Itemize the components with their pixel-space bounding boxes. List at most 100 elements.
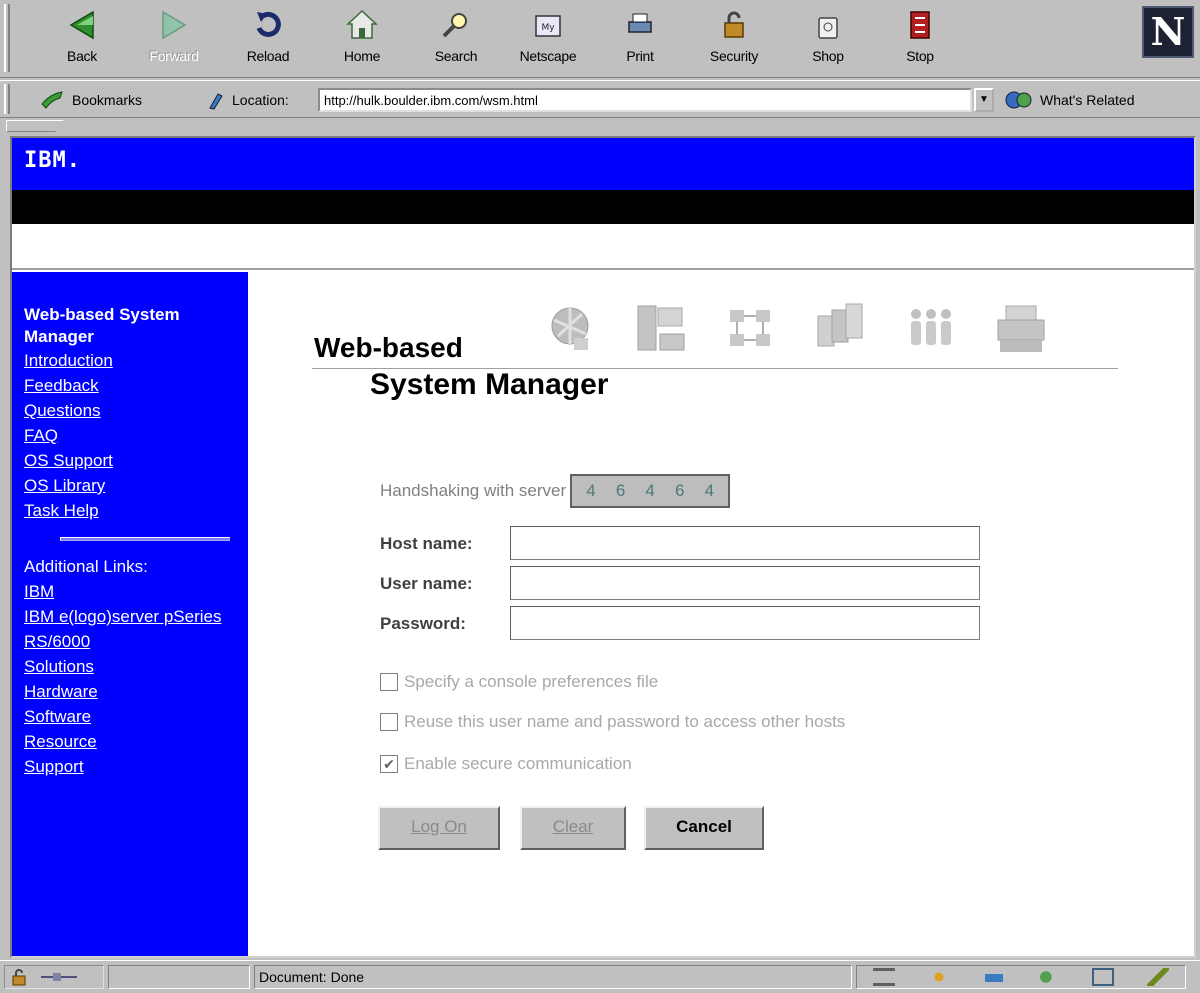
secure-communication-label: Enable secure communication xyxy=(404,754,632,773)
wsm-banner-icons xyxy=(544,300,1048,358)
home-icon xyxy=(346,9,378,39)
location-toolbar: Bookmarks Location: http://hulk.boulder.… xyxy=(0,80,1200,118)
whats-related-button[interactable]: What's Related xyxy=(1004,88,1135,112)
handshake-digit: 4 xyxy=(704,481,715,500)
print-icon xyxy=(628,13,652,33)
user-name-input[interactable] xyxy=(510,566,980,600)
user-name-label: User name: xyxy=(380,574,473,593)
reuse-credentials-checkbox[interactable] xyxy=(380,713,398,731)
sidebar-title: Web-based System Manager xyxy=(24,305,180,346)
ibm-masthead: IBM. xyxy=(12,138,1194,190)
network-nodes-icon xyxy=(730,310,770,346)
bookmarks-label: Bookmarks xyxy=(72,92,143,108)
stop-icon xyxy=(910,11,930,39)
sidebar-link-introduction[interactable]: Introduction xyxy=(24,348,248,373)
console-preferences-label: Specify a console preferences file xyxy=(404,672,659,691)
additional-links-label: Additional Links: xyxy=(24,557,148,576)
collapsed-toolbar-tab[interactable] xyxy=(6,120,64,132)
sidebar-link-os-support[interactable]: OS Support xyxy=(24,448,248,473)
secure-communication-checkbox[interactable]: ✔ xyxy=(380,755,398,773)
console-preferences-checkbox[interactable] xyxy=(380,673,398,691)
sidebar-link-software[interactable]: Software xyxy=(24,704,248,729)
users-group-icon xyxy=(911,309,951,345)
security-button[interactable]: Security xyxy=(698,8,770,72)
sidebar-link-questions[interactable]: Questions xyxy=(24,398,248,423)
page-info-icon[interactable] xyxy=(873,968,896,986)
password-label: Password: xyxy=(380,614,466,633)
reload-icon xyxy=(256,11,281,37)
forward-icon xyxy=(162,10,187,40)
whats-related-icon xyxy=(1005,91,1032,109)
navigation-toolbar: Back Forward Reload Home Search My Netsc… xyxy=(0,0,1200,78)
login-panel: Web-based System Manager Handshaking wit… xyxy=(248,272,1194,956)
handshake-digit: 6 xyxy=(675,481,685,500)
security-lock-icon xyxy=(12,969,26,986)
reload-button[interactable]: Reload xyxy=(232,8,304,72)
sidebar-link-rs6000[interactable]: RS/6000 xyxy=(24,629,248,654)
sidebar-link-os-library[interactable]: OS Library xyxy=(24,473,248,498)
home-button[interactable]: Home xyxy=(326,8,398,72)
ibm-logo[interactable]: IBM. xyxy=(24,148,81,173)
status-text: Document: Done xyxy=(254,965,852,989)
sidebar-link-ibm[interactable]: IBM xyxy=(24,579,248,604)
sidebar-link-solutions[interactable]: Solutions xyxy=(24,654,248,679)
password-input[interactable] xyxy=(510,606,980,640)
bookmarks-button[interactable]: Bookmarks xyxy=(40,88,142,112)
mail-icon[interactable] xyxy=(982,968,1005,986)
handshake-progress-indicator: 4 6 4 6 4 xyxy=(570,474,731,508)
progress-bar xyxy=(108,965,250,989)
shop-button[interactable]: Shop xyxy=(792,8,864,72)
security-lock-icon xyxy=(724,11,744,38)
handshake-label: Handshaking with server xyxy=(380,481,567,500)
address-book-icon[interactable] xyxy=(1146,968,1169,986)
toolbar-grip[interactable] xyxy=(4,4,10,72)
sidebar-link-hardware[interactable]: Hardware xyxy=(24,679,248,704)
sidebar-link-eserver-pseries[interactable]: IBM e(logo)server pSeries xyxy=(24,604,248,629)
sidebar-link-task-help[interactable]: Task Help xyxy=(24,498,248,523)
netscape-throbber-logo[interactable]: N xyxy=(1142,6,1194,58)
netscape-button[interactable]: My Netscape xyxy=(508,8,588,72)
back-icon xyxy=(69,10,94,40)
sidebar-divider xyxy=(60,537,230,541)
reuse-credentials-label: Reuse this user name and password to acc… xyxy=(404,712,846,731)
handshake-digit: 4 xyxy=(586,481,596,500)
instant-message-icon[interactable] xyxy=(1037,968,1060,986)
url-input[interactable]: http://hulk.boulder.ibm.com/wsm.html xyxy=(318,88,972,112)
page-title-line1: Web-based xyxy=(314,332,463,363)
stop-button[interactable]: Stop xyxy=(884,8,956,72)
sidebar-link-support[interactable]: Support xyxy=(24,754,248,779)
location-label: Location: xyxy=(208,88,289,112)
clear-button[interactable]: Clear xyxy=(520,806,626,850)
url-history-dropdown[interactable]: ▼ xyxy=(974,88,994,112)
handshake-digit: 6 xyxy=(615,481,626,500)
network-globe-icon xyxy=(551,307,589,350)
forward-button[interactable]: Forward xyxy=(138,8,210,72)
security-status[interactable] xyxy=(4,965,104,989)
collapsed-toolbar-strip xyxy=(0,118,1200,134)
server-computer-icon xyxy=(637,305,685,351)
sidebar-link-faq[interactable]: FAQ xyxy=(24,423,248,448)
connection-status-icon xyxy=(41,973,77,981)
masthead-white-band xyxy=(12,224,1194,270)
composer-icon[interactable] xyxy=(1091,968,1114,986)
sidebar: Web-based System Manager Introduction Fe… xyxy=(12,272,248,956)
navigator-icon[interactable] xyxy=(927,968,950,986)
page-content: IBM. Web-based System Manager Introducti… xyxy=(10,136,1196,958)
sidebar-link-feedback[interactable]: Feedback xyxy=(24,373,248,398)
search-button[interactable]: Search xyxy=(420,8,492,72)
printer-icon xyxy=(997,305,1045,352)
reuse-credentials-checkbox-row[interactable]: Reuse this user name and password to acc… xyxy=(380,712,845,732)
print-button[interactable]: Print xyxy=(604,8,676,72)
sidebar-link-resource[interactable]: Resource xyxy=(24,729,248,754)
back-button[interactable]: Back xyxy=(46,8,118,72)
handshake-status: Handshaking with server 4 6 4 6 4 xyxy=(380,474,731,508)
toolbar-grip[interactable] xyxy=(4,84,10,114)
log-on-button[interactable]: Log On xyxy=(378,806,500,850)
cancel-button[interactable]: Cancel xyxy=(644,806,764,850)
console-preferences-checkbox-row[interactable]: Specify a console preferences file xyxy=(380,672,658,692)
svg-text:My: My xyxy=(541,23,555,33)
shop-icon xyxy=(818,17,838,39)
bookmarks-icon xyxy=(41,91,63,109)
secure-communication-checkbox-row[interactable]: ✔ Enable secure communication xyxy=(380,754,632,774)
host-name-input[interactable] xyxy=(510,526,980,560)
